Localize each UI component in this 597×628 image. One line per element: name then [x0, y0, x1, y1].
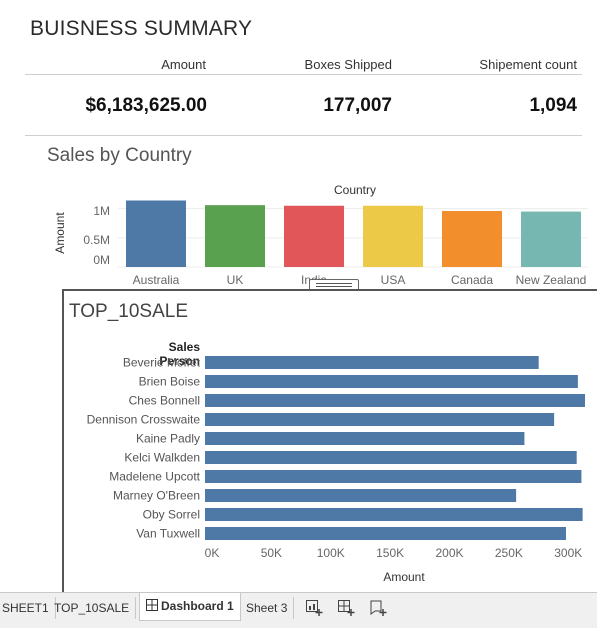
country-label: Canada — [451, 273, 493, 287]
sales-person-label: Brien Boise — [139, 375, 201, 389]
country-bar-chart: AustraliaUKIndiaUSACanadaNew Zealand — [118, 200, 588, 287]
country-label: UK — [227, 273, 244, 287]
sales-person-bar[interactable] — [205, 451, 577, 464]
new-worksheet-icon[interactable] — [305, 599, 323, 617]
sales-person-bar[interactable] — [205, 432, 525, 445]
x-tick-label: 0K — [205, 546, 220, 560]
kpi-amount-value[interactable]: $6,183,625.00 — [50, 95, 207, 117]
tab-label: TOP_10SALE — [54, 601, 130, 615]
x-tick-label: 300K — [554, 546, 582, 560]
country-chart-title: Sales by Country — [47, 145, 192, 166]
sales-person-bar[interactable] — [205, 394, 585, 407]
sales-person-label: Beverie Moffet — [123, 356, 201, 370]
y-tick-05m: 0.5M — [83, 233, 110, 247]
sales-person-bar[interactable] — [205, 375, 578, 388]
country-bar[interactable] — [363, 205, 423, 267]
sheet-tab-bar: SHEET1 TOP_10SALE Dashboard 1 Sheet 3 — [0, 592, 597, 628]
sales-person-bar[interactable] — [205, 508, 583, 521]
sales-person-bar[interactable] — [205, 413, 555, 426]
country-label: USA — [381, 273, 406, 287]
country-bar[interactable] — [126, 200, 186, 268]
sales-person-label: Marney O'Breen — [113, 489, 200, 503]
kpi-shipment-value[interactable]: 1,094 — [430, 95, 577, 117]
country-y-axis-label: Amount — [53, 212, 67, 254]
sales-person-bar[interactable] — [205, 489, 517, 502]
sales-person-label: Kelci Walkden — [124, 451, 200, 465]
country-bar[interactable] — [205, 205, 265, 267]
tab-label: SHEET1 — [2, 601, 49, 615]
kpi-shipment-header: Shipement count — [479, 57, 577, 72]
x-tick-label: 200K — [435, 546, 463, 560]
kpi-amount-header: Amount — [161, 57, 206, 72]
sales-person-label: Oby Sorrel — [143, 508, 200, 522]
x-tick-label: 50K — [261, 546, 282, 560]
x-tick-label: 150K — [376, 546, 404, 560]
country-bar[interactable] — [284, 205, 344, 267]
dashboard-icon — [146, 599, 158, 611]
top10-bar-chart: Beverie Moffet Brien Boise Ches Bonnell Den… — [87, 356, 585, 584]
new-story-icon[interactable] — [369, 599, 387, 617]
x-tick-label: 100K — [317, 546, 345, 560]
kpi-bottom-divider — [25, 135, 582, 136]
tab-label: Sheet 3 — [246, 601, 288, 615]
kpi-boxes-header: Boxes Shipped — [304, 57, 392, 72]
tab-top10sale[interactable]: TOP_10SALE — [48, 597, 137, 619]
sales-person-label: Madelene Upcott — [109, 470, 200, 484]
tab-sheet3[interactable]: Sheet 3 — [240, 597, 295, 619]
country-label: Australia — [133, 273, 180, 287]
sales-person-bar[interactable] — [205, 356, 539, 369]
tab-dashboard-1[interactable]: Dashboard 1 — [139, 593, 241, 621]
tab-label: Dashboard 1 — [161, 599, 234, 613]
x-tick-label: 250K — [495, 546, 523, 560]
country-axis-label: Country — [333, 183, 377, 197]
country-label: New Zealand — [516, 273, 587, 287]
y-tick-1m: 1M — [93, 204, 110, 218]
top10-x-axis-label: Amount — [383, 570, 425, 584]
sales-person-bar[interactable] — [205, 527, 566, 540]
country-bar[interactable] — [442, 211, 502, 267]
kpi-header-divider — [25, 74, 582, 75]
sales-person-bar[interactable] — [205, 470, 582, 483]
y-tick-0m: 0M — [93, 253, 110, 267]
dashboard-title: BUISNESS SUMMARY — [30, 17, 253, 40]
sales-person-label: Kaine Padly — [136, 432, 200, 446]
sales-person-label: Van Tuxwell — [136, 527, 200, 541]
sales-person-label: Dennison Crosswaite — [87, 413, 201, 427]
top10-title: TOP_10SALE — [69, 301, 189, 322]
kpi-boxes-value[interactable]: 177,007 — [262, 95, 392, 117]
new-dashboard-icon[interactable] — [337, 599, 355, 617]
country-bar[interactable] — [521, 211, 581, 267]
top10-panel[interactable]: TOP_10SALE Sales Person Beverie Moffet Br… — [62, 289, 597, 594]
sales-person-label: Ches Bonnell — [129, 394, 200, 408]
